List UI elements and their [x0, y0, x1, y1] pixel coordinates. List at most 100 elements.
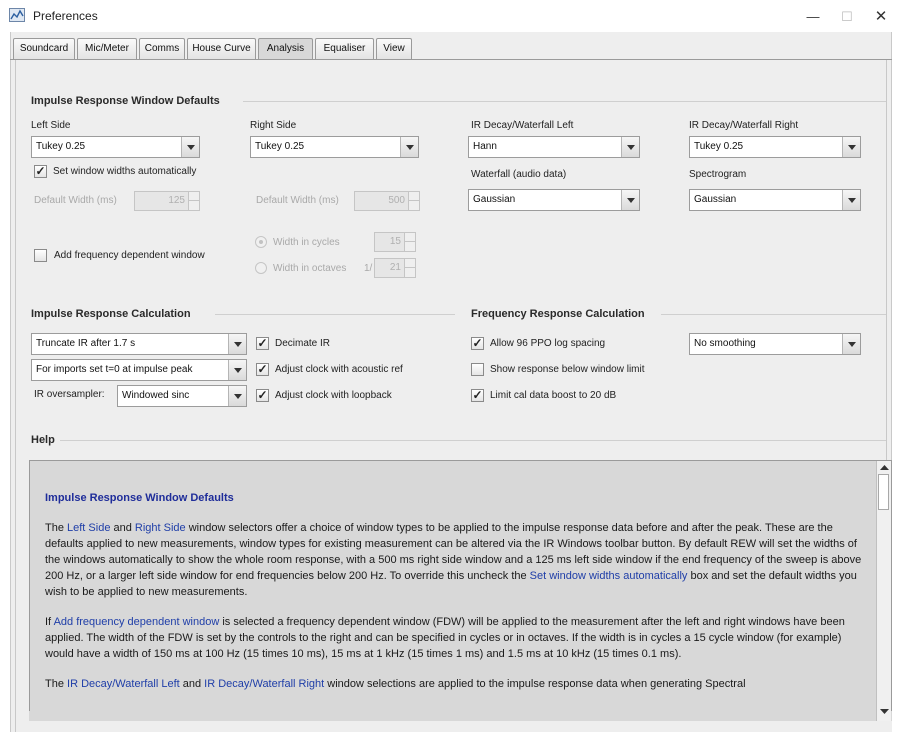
chevron-down-icon — [228, 386, 246, 406]
octaves-prefix: 1/ — [364, 263, 373, 274]
show-below-checkbox[interactable] — [471, 363, 484, 376]
title-bar — [0, 0, 902, 32]
truncate-select[interactable]: Truncate IR after 1.7 s — [31, 333, 247, 355]
default-width-left-value: 125 — [168, 195, 185, 206]
spinner-down-icon[interactable] — [404, 268, 415, 277]
section-divider — [60, 440, 886, 441]
ir-decay-right-label: IR Decay/Waterfall Right — [689, 120, 799, 131]
width-octaves-value: 21 — [389, 262, 401, 273]
ir-window-section-title: Impulse Response Window Defaults — [31, 95, 220, 107]
help-content: Impulse Response Window Defaults The Lef… — [45, 490, 865, 706]
right-side-select[interactable]: Tukey 0.25 — [250, 136, 419, 158]
tab-equaliser[interactable]: Equaliser — [315, 38, 374, 60]
default-width-left-spinner[interactable]: 125 — [134, 191, 200, 211]
chevron-down-icon — [621, 137, 639, 157]
help-text: and — [179, 678, 205, 690]
waterfall-select[interactable]: Gaussian — [468, 189, 640, 211]
spinner-up-icon[interactable] — [404, 259, 415, 268]
ir-calc-section-title: Impulse Response Calculation — [31, 308, 191, 320]
imports-select[interactable]: For imports set t=0 at impulse peak — [31, 359, 247, 381]
decimate-label: Decimate IR — [275, 338, 331, 349]
tab-analysis[interactable]: Analysis — [258, 38, 313, 60]
section-divider — [661, 314, 886, 315]
width-octaves-label: Width in octaves — [273, 263, 347, 274]
left-side-select[interactable]: Tukey 0.25 — [31, 136, 200, 158]
ir-decay-left-value: Hann — [473, 141, 497, 152]
ir-decay-right-value: Tukey 0.25 — [694, 141, 744, 152]
adjust-acoustic-label: Adjust clock with acoustic ref — [275, 364, 403, 375]
spinner-up-icon[interactable] — [188, 192, 199, 201]
help-link-right-side[interactable]: Right Side — [135, 522, 186, 534]
show-below-label: Show response below window limit — [490, 364, 645, 375]
freq-dep-label: Add frequency dependent window — [54, 250, 205, 261]
chevron-down-icon — [842, 334, 860, 354]
smoothing-select[interactable]: No smoothing — [689, 333, 861, 355]
oversampler-value: Windowed sinc — [122, 390, 190, 401]
window-title: Preferences — [33, 9, 98, 23]
section-divider — [215, 314, 455, 315]
help-link-set-auto[interactable]: Set window widths automatically — [530, 570, 688, 582]
help-link-left-side[interactable]: Left Side — [67, 522, 110, 534]
oversampler-label: IR oversampler: — [34, 389, 105, 400]
help-text: The — [45, 678, 68, 690]
waterfall-label: Waterfall (audio data) — [471, 169, 567, 180]
width-cycles-label: Width in cycles — [273, 237, 340, 248]
help-link-decay-left[interactable]: IR Decay/Waterfall Left — [67, 678, 180, 690]
adjust-acoustic-checkbox[interactable]: ✓ — [256, 363, 269, 376]
chevron-down-icon — [181, 137, 199, 157]
left-side-value: Tukey 0.25 — [36, 141, 86, 152]
scroll-up-icon[interactable] — [878, 463, 891, 473]
oversampler-select[interactable]: Windowed sinc — [117, 385, 247, 407]
tab-soundcard[interactable]: Soundcard — [13, 38, 75, 60]
help-link-freq-dep[interactable]: Add frequency dependent window — [54, 616, 220, 628]
help-paragraph: The IR Decay/Waterfall Left and IR Decay… — [45, 676, 865, 692]
help-link-decay-right[interactable]: IR Decay/Waterfall Right — [204, 678, 324, 690]
ir-decay-left-select[interactable]: Hann — [468, 136, 640, 158]
default-width-right-value: 500 — [388, 195, 405, 206]
set-auto-checkbox[interactable]: ✓ — [34, 165, 47, 178]
limit-cal-checkbox[interactable]: ✓ — [471, 389, 484, 402]
help-text: The — [45, 522, 68, 534]
right-side-value: Tukey 0.25 — [255, 141, 305, 152]
spectrogram-select[interactable]: Gaussian — [689, 189, 861, 211]
spectrogram-label: Spectrogram — [689, 169, 747, 180]
adjust-loopback-checkbox[interactable]: ✓ — [256, 389, 269, 402]
close-button[interactable]: ✕ — [866, 6, 896, 28]
help-paragraph: The Left Side and Right Side window sele… — [45, 520, 865, 600]
spinner-down-icon[interactable] — [404, 242, 415, 251]
width-octaves-radio[interactable] — [255, 262, 267, 274]
decimate-checkbox[interactable]: ✓ — [256, 337, 269, 350]
help-section-title: Help — [31, 434, 55, 446]
spinner-down-icon[interactable] — [188, 201, 199, 210]
allow96-checkbox[interactable]: ✓ — [471, 337, 484, 350]
help-heading: Impulse Response Window Defaults — [45, 492, 234, 504]
help-text: and — [110, 522, 135, 534]
freq-dep-checkbox[interactable] — [34, 249, 47, 262]
default-width-right-spinner[interactable]: 500 — [354, 191, 420, 211]
width-cycles-spinner[interactable]: 15 — [374, 232, 416, 252]
width-octaves-spinner[interactable]: 21 — [374, 258, 416, 278]
tab-mic-meter[interactable]: Mic/Meter — [77, 38, 137, 60]
imports-value: For imports set t=0 at impulse peak — [36, 364, 193, 375]
right-side-label: Right Side — [250, 120, 297, 131]
help-text: window selections are applied to the imp… — [324, 678, 746, 690]
width-cycles-value: 15 — [389, 236, 401, 247]
smoothing-value: No smoothing — [694, 338, 756, 349]
chevron-down-icon — [842, 137, 860, 157]
scroll-down-icon[interactable] — [878, 707, 891, 717]
maximize-button[interactable]: ☐ — [832, 6, 862, 28]
tab-comms[interactable]: Comms — [139, 38, 185, 60]
tab-view[interactable]: View — [376, 38, 412, 60]
allow96-label: Allow 96 PPO log spacing — [490, 338, 606, 349]
width-cycles-radio[interactable] — [255, 236, 267, 248]
section-divider — [243, 101, 886, 102]
chevron-down-icon — [621, 190, 639, 210]
minimize-button[interactable]: — — [798, 6, 828, 28]
set-auto-label: Set window widths automatically — [53, 166, 197, 177]
spinner-up-icon[interactable] — [408, 192, 419, 201]
tab-house-curve[interactable]: House Curve — [187, 38, 256, 60]
scroll-thumb[interactable] — [878, 474, 889, 510]
ir-decay-right-select[interactable]: Tukey 0.25 — [689, 136, 861, 158]
spinner-down-icon[interactable] — [408, 201, 419, 210]
spinner-up-icon[interactable] — [404, 233, 415, 242]
